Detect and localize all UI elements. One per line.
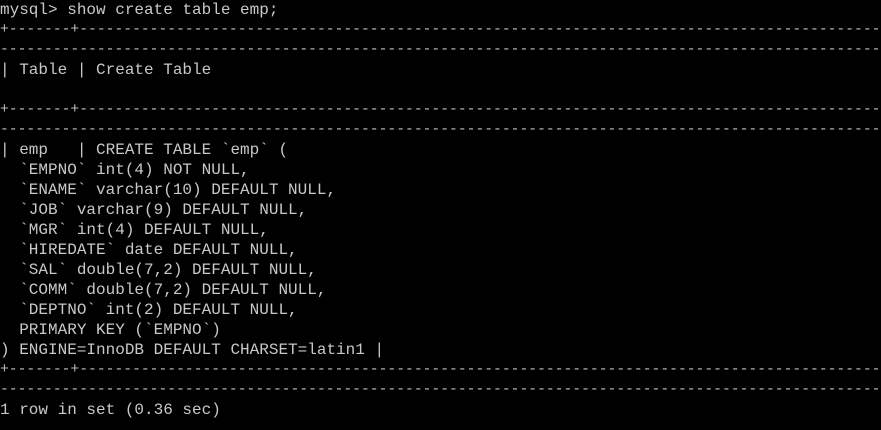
input-line[interactable] <box>0 420 881 430</box>
table-data-line: `EMPNO` int(4) NOT NULL, <box>0 161 250 179</box>
table-border-middle: +-------+-------------------------------… <box>0 102 881 118</box>
table-border-top: +-------+-------------------------------… <box>0 22 881 38</box>
table-data-line: | emp | CREATE TABLE `emp` ( <box>0 141 289 159</box>
table-data-line: `HIREDATE` date DEFAULT NULL, <box>0 241 298 259</box>
command-text: show create table emp; <box>67 1 279 19</box>
table-data-line: `DEPTNO` int(2) DEFAULT NULL, <box>0 301 298 319</box>
table-header-row: | Table | Create Table <box>0 61 212 79</box>
table-border-top-continued: ----------------------------------------… <box>0 42 881 58</box>
table-data-line: PRIMARY KEY (`EMPNO`) <box>0 321 221 339</box>
table-data-line: `ENAME` varchar(10) DEFAULT NULL, <box>0 181 337 199</box>
result-summary: 1 row in set (0.36 sec) <box>0 401 221 419</box>
table-data-line: `COMM` double(7,2) DEFAULT NULL, <box>0 281 327 299</box>
terminal-window[interactable]: mysql> show create table emp; +-------+-… <box>0 0 881 430</box>
table-border-bottom: +-------+-------------------------------… <box>0 362 881 378</box>
mysql-prompt: mysql> <box>0 1 68 19</box>
table-border-bottom-continued: ----------------------------------------… <box>0 382 881 398</box>
table-data-line: ) ENGINE=InnoDB DEFAULT CHARSET=latin1 | <box>0 341 385 359</box>
table-border-middle-continued: ----------------------------------------… <box>0 122 881 138</box>
table-data-line: `SAL` double(7,2) DEFAULT NULL, <box>0 261 317 279</box>
prompt-line: mysql> show create table emp; <box>0 0 881 20</box>
table-data-line: `MGR` int(4) DEFAULT NULL, <box>0 221 269 239</box>
table-data-line: `JOB` varchar(9) DEFAULT NULL, <box>0 201 308 219</box>
